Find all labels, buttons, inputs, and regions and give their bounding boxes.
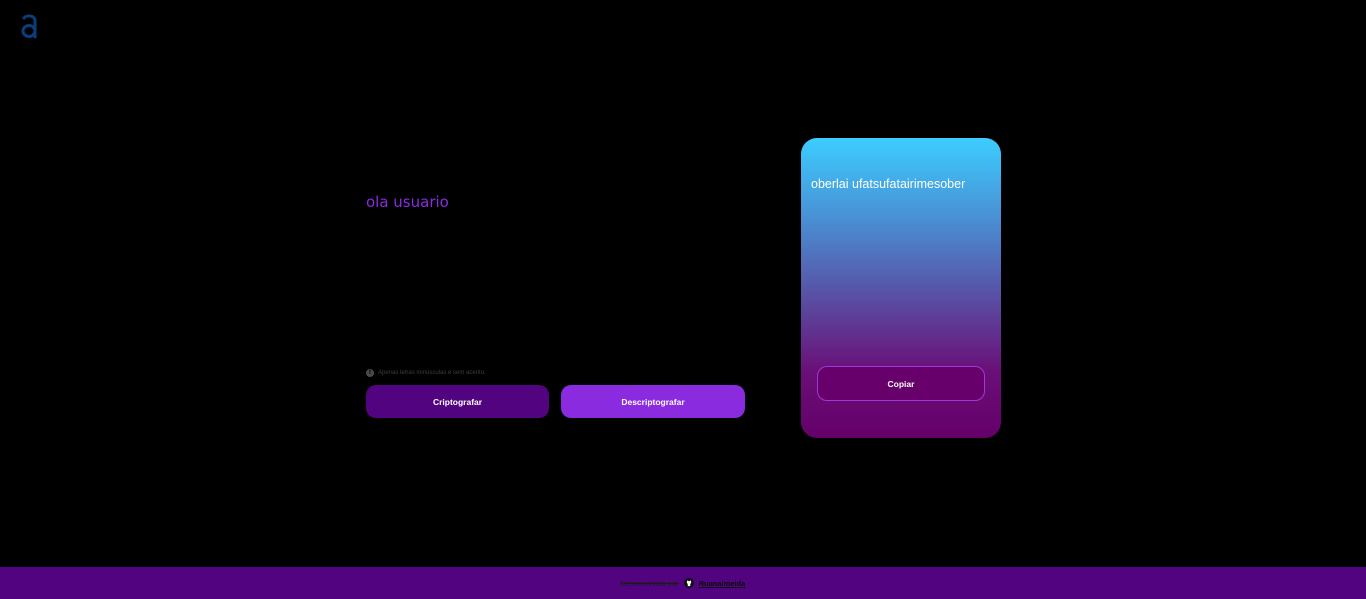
decrypt-button[interactable]: Descriptografar <box>561 385 745 418</box>
app-page: ! Apenas letras minúsculas e sem acento.… <box>0 0 1366 599</box>
github-icon[interactable] <box>683 578 694 588</box>
encrypt-button[interactable]: Criptografar <box>366 385 549 418</box>
footer-credit-text: Desenvolvido por <box>620 578 679 588</box>
result-text: oberlai ufatsufatairimesober <box>811 177 966 191</box>
input-hint: ! Apenas letras minúsculas e sem acento. <box>366 367 486 378</box>
info-circle-icon: ! <box>366 368 374 377</box>
footer-author-link[interactable]: Ruanalmeida <box>699 579 746 588</box>
alura-logo-icon[interactable] <box>19 12 41 40</box>
result-panel: oberlai ufatsufatairimesober Copiar <box>801 138 1001 438</box>
footer: Desenvolvido por Ruanalmeida <box>0 567 1366 599</box>
hint-text: Apenas letras minúsculas e sem acento. <box>378 369 486 376</box>
copy-button[interactable]: Copiar <box>817 366 985 401</box>
message-input[interactable] <box>366 190 745 350</box>
